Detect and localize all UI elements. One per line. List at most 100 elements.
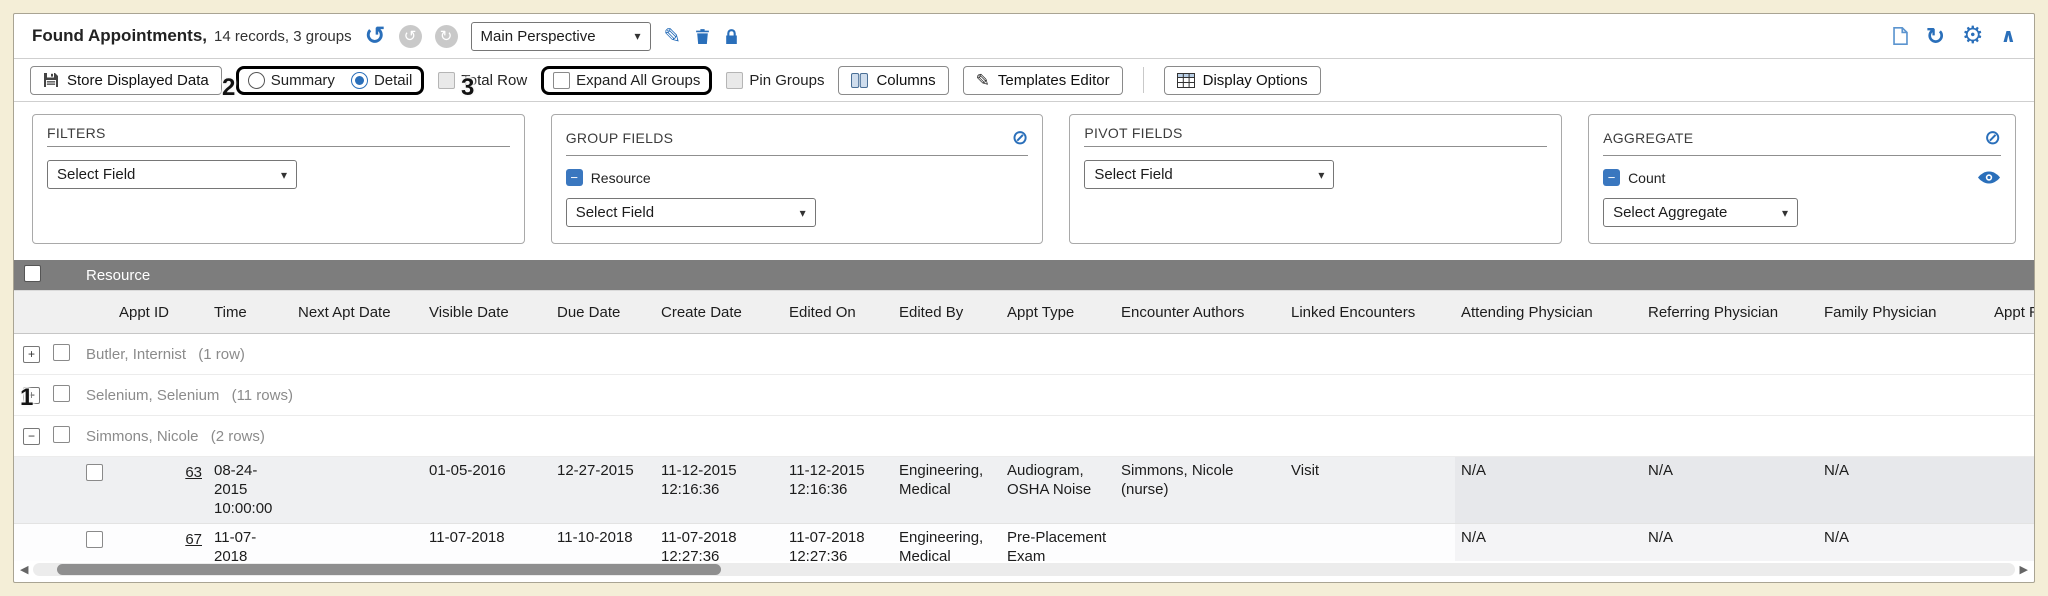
column-header-create-date[interactable]: Create Date [655,291,783,334]
main-panel: Found Appointments, 14 records, 3 groups… [13,13,2035,583]
column-header-family-physician[interactable]: Family Physician [1818,291,1988,334]
expand-all-groups-checkbox[interactable]: Expand All Groups [553,72,700,89]
column-header-edited-by[interactable]: Edited By [893,291,1001,334]
edit-perspective-icon[interactable]: ✎ [664,26,682,47]
store-displayed-data-label: Store Displayed Data [67,72,209,89]
summary-detail-highlight-box: Summary Detail [236,66,425,95]
toolbar-divider [1143,67,1144,93]
appt-id-link[interactable]: 67 [185,531,202,550]
column-header-next-apt-date[interactable]: Next Apt Date [292,291,423,334]
aggregate-panel: AGGREGATE ⊘ − Count Select Aggregate ▾ [1588,114,2016,244]
cell-linked-encounters: Visit [1285,457,1455,524]
appt-id-link[interactable]: 63 [185,464,202,483]
column-header-visible-date[interactable]: Visible Date [423,291,551,334]
expand-group-icon[interactable]: + [23,346,40,363]
row-checkbox[interactable] [86,531,103,548]
table-row: 67 11-07-2018 12:00:00 11-07-2018 11-10-… [14,524,2034,561]
scrollbar-track[interactable] [33,563,2014,576]
pivot-field-select[interactable]: Select Field ▾ [1084,160,1334,189]
group-field-item: − Resource [566,169,1029,186]
page-title: Found Appointments, [32,26,207,46]
group-name: Simmons, Nicole [86,428,199,445]
cell-linked-encounters [1285,524,1455,561]
perspective-value: Main Perspective [481,28,596,45]
summary-radio[interactable]: Summary [248,72,335,89]
column-header-appt-type[interactable]: Appt Type [1001,291,1115,334]
group-checkbox[interactable] [53,385,70,402]
cell-create-date: 11-07-2018 12:27:36 [655,524,783,561]
filters-title: FILTERS [47,125,106,141]
pin-groups-checkbox[interactable]: Pin Groups [726,72,824,89]
cell-create-date: 11-12-2015 12:16:36 [655,457,783,524]
column-header-edited-on[interactable]: Edited On [783,291,893,334]
refresh-icon[interactable]: ↻ [1926,25,1945,48]
pin-groups-label: Pin Groups [749,72,824,89]
cell-next-apt-date [292,524,423,561]
group-row-selenium: + Selenium, Selenium (11 rows) [14,375,2034,416]
column-header-attending-physician[interactable]: Attending Physician [1455,291,1642,334]
group-name: Butler, Internist [86,346,186,363]
column-header-due-date[interactable]: Due Date [551,291,655,334]
undo-icon[interactable]: ↺ [365,24,386,49]
delete-perspective-icon[interactable] [694,28,711,45]
cell-appt-type: Pre-Placement Exam [1001,524,1115,561]
column-header-referring-physician[interactable]: Referring Physician [1642,291,1818,334]
page: { "colors": { "accent": "#2a6fba", "grou… [0,0,2048,596]
pivot-field-value: Select Field [1094,166,1172,183]
horizontal-scrollbar: ◀ ▶ [20,561,2028,577]
detail-radio[interactable]: Detail [351,72,412,89]
columns-button[interactable]: Columns [838,66,948,95]
display-options-button[interactable]: Display Options [1164,66,1321,95]
radio-unselected-icon [248,72,265,89]
collapse-panel-icon[interactable]: ∧ [2001,27,2016,46]
scroll-right-icon[interactable]: ▶ [2020,563,2028,576]
detail-radio-label: Detail [374,72,412,89]
column-header-row: Appt ID Time Next Apt Date Visible Date … [14,291,2034,334]
store-displayed-data-button[interactable]: Store Displayed Data [30,66,222,95]
history-forward-icon[interactable]: ↻ [435,25,458,48]
column-header-appt-reason[interactable]: Appt Re [1988,291,2034,334]
column-header-time[interactable]: Time [208,291,292,334]
clear-aggregate-icon[interactable]: ⊘ [1984,125,2001,150]
select-all-checkbox[interactable] [24,265,41,282]
group-checkbox[interactable] [53,426,70,443]
cell-edited-on: 11-12-2015 12:16:36 [783,457,893,524]
perspective-select[interactable]: Main Perspective ▾ [471,22,651,51]
display-options-label: Display Options [1203,72,1308,89]
cell-family-physician: N/A [1818,457,1988,524]
gear-icon[interactable]: ⚙ [1962,24,1984,48]
export-document-icon[interactable] [1892,26,1909,46]
cell-edited-by: Engineering, Medical [893,457,1001,524]
group-field-label: Resource [591,170,651,186]
scrollbar-thumb[interactable] [57,564,721,575]
chevron-down-icon: ▾ [800,206,806,220]
results-grid: Resource Appt ID Time Next Apt Date Visi… [14,260,2034,561]
column-header-appt-id[interactable]: Appt ID [80,291,208,334]
filters-panel: FILTERS Select Field ▾ [32,114,525,244]
group-field-value: Select Field [576,204,654,221]
clear-group-fields-icon[interactable]: ⊘ [1012,125,1029,150]
group-checkbox[interactable] [53,344,70,361]
column-header-encounter-authors[interactable]: Encounter Authors [1115,291,1285,334]
expand-all-groups-highlight-box: Expand All Groups [541,66,712,95]
remove-field-icon[interactable]: − [1603,169,1620,186]
column-header-linked-encounters[interactable]: Linked Encounters [1285,291,1455,334]
eye-icon[interactable] [1977,170,2001,185]
aggregate-select[interactable]: Select Aggregate ▾ [1603,198,1798,227]
templates-editor-label: Templates Editor [998,72,1110,89]
group-field-select[interactable]: Select Field ▾ [566,198,816,227]
row-checkbox[interactable] [86,464,103,481]
header-right-icons: ↻ ⚙ ∧ [1892,24,2016,48]
templates-editor-button[interactable]: ✎ Templates Editor [963,66,1123,95]
scroll-left-icon[interactable]: ◀ [20,563,28,576]
lock-icon[interactable] [724,28,739,45]
filters-field-select[interactable]: Select Field ▾ [47,160,297,189]
collapse-group-icon[interactable]: − [23,428,40,445]
cell-encounter-authors [1115,524,1285,561]
pencil-icon: ✎ [976,72,990,89]
remove-field-icon[interactable]: − [566,169,583,186]
annotation-marker-3: 3 [461,74,474,102]
total-row-checkbox[interactable]: Total Row [438,72,527,89]
cell-next-apt-date [292,457,423,524]
history-back-icon[interactable]: ↺ [399,25,422,48]
